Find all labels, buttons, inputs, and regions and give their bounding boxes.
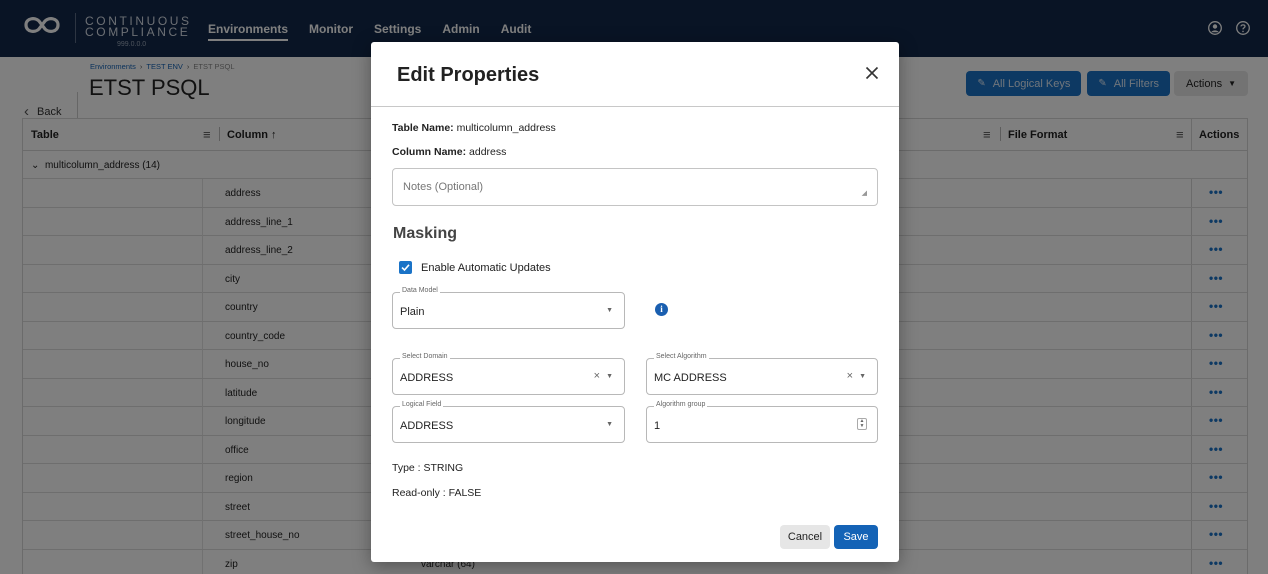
select-domain-label: Select Domain xyxy=(400,353,450,360)
select-algorithm-label: Select Algorithm xyxy=(654,353,709,360)
logical-field-label: Logical Field xyxy=(400,401,444,408)
data-model-select[interactable]: Data Model Plain ▼ xyxy=(392,287,625,329)
number-spinner-icon[interactable]: ▲ ▼ xyxy=(857,418,867,430)
save-button[interactable]: Save xyxy=(834,525,878,549)
masking-section-title: Masking xyxy=(393,225,458,242)
select-algorithm-value: MC ADDRESS xyxy=(654,372,727,384)
select-domain-field[interactable]: Select Domain ADDRESS × ▼ xyxy=(392,353,625,395)
clear-icon[interactable]: × xyxy=(594,370,600,382)
caret-down-icon[interactable]: ▼ xyxy=(859,373,866,380)
caret-down-icon[interactable]: ▼ xyxy=(606,373,613,380)
caret-down-icon: ▼ xyxy=(606,421,613,428)
select-domain-value: ADDRESS xyxy=(400,372,454,384)
column-name-label: Column Name: xyxy=(392,146,467,158)
algorithm-group-label: Algorithm group xyxy=(654,401,708,408)
select-algorithm-field[interactable]: Select Algorithm MC ADDRESS × ▼ xyxy=(646,353,878,395)
resize-grip-icon[interactable]: ◢ xyxy=(862,189,867,197)
table-name-value: multicolumn_address xyxy=(456,122,556,134)
logical-field-select[interactable]: Logical Field ADDRESS ▼ xyxy=(392,401,625,443)
readonly-info: Read-only : FALSE xyxy=(392,487,482,499)
column-name-info: Column Name: address xyxy=(392,146,506,158)
data-model-label: Data Model xyxy=(400,287,440,294)
type-info: Type : STRING xyxy=(392,462,464,474)
info-icon[interactable]: i xyxy=(655,303,668,316)
algorithm-group-value: 1 xyxy=(654,420,661,432)
enable-automatic-updates-row[interactable]: Enable Automatic Updates xyxy=(399,261,551,274)
caret-down-icon: ▼ xyxy=(606,307,613,314)
edit-properties-dialog: Edit Properties Table Name: multicolumn_… xyxy=(371,42,899,562)
algorithm-group-input[interactable]: Algorithm group 1 ▲ ▼ xyxy=(646,401,878,443)
enable-automatic-updates-label: Enable Automatic Updates xyxy=(421,261,551,274)
dialog-divider xyxy=(371,106,899,107)
notes-placeholder: Notes (Optional) xyxy=(403,181,484,193)
dialog-title: Edit Properties xyxy=(397,64,540,86)
table-name-label: Table Name: xyxy=(392,122,454,134)
column-name-value: address xyxy=(469,146,507,158)
clear-icon[interactable]: × xyxy=(847,370,853,382)
logical-field-value: ADDRESS xyxy=(400,420,454,432)
checkbox-checked-icon[interactable] xyxy=(399,261,412,274)
cancel-button[interactable]: Cancel xyxy=(780,525,830,549)
data-model-value: Plain xyxy=(400,306,425,318)
close-icon[interactable] xyxy=(865,66,879,80)
notes-textarea[interactable]: Notes (Optional) ◢ xyxy=(392,168,878,206)
table-name-info: Table Name: multicolumn_address xyxy=(392,122,556,134)
